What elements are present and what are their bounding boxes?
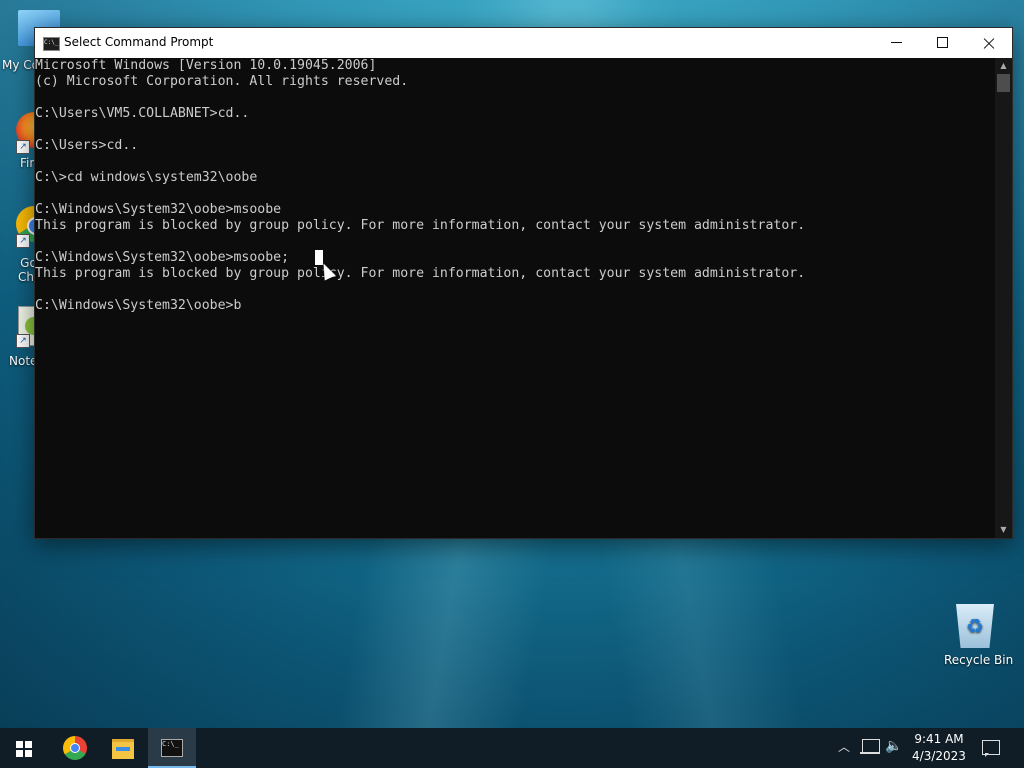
- console-line: C:\Windows\System32\oobe>msoobe;: [35, 250, 290, 265]
- text-cursor: [315, 250, 323, 265]
- shortcut-arrow-icon: ↗: [16, 334, 30, 348]
- window-titlebar[interactable]: C:\_ Select Command Prompt: [35, 28, 1012, 58]
- command-prompt-window[interactable]: C:\_ Select Command Prompt Microsoft Win…: [34, 27, 1013, 539]
- console-line: Microsoft Windows [Version 10.0.19045.20…: [35, 58, 377, 73]
- start-button[interactable]: [0, 728, 48, 768]
- command-prompt-icon: C:\_: [161, 739, 183, 757]
- shortcut-arrow-icon: ↗: [16, 140, 30, 154]
- desktop-icon-label: Fir: [20, 156, 35, 170]
- console-line: C:\Users\VM5.COLLABNET>cd..: [35, 106, 250, 121]
- window-title: Select Command Prompt: [64, 35, 214, 49]
- desktop-icon-label: Recycle Bin: [944, 653, 1014, 667]
- windows-logo-icon: [16, 741, 32, 757]
- clock-date: 4/3/2023: [912, 749, 966, 763]
- cmd-icon: C:\_: [43, 37, 60, 51]
- minimize-button[interactable]: [874, 28, 920, 58]
- clock-time: 9:41 AM: [914, 732, 964, 746]
- notifications-icon[interactable]: [982, 740, 1000, 757]
- console-output[interactable]: Microsoft Windows [Version 10.0.19045.20…: [35, 58, 995, 538]
- maximize-button[interactable]: [920, 28, 966, 58]
- file-explorer-icon: [112, 739, 134, 759]
- console-line: C:\>cd windows\system32\oobe: [35, 170, 258, 185]
- volume-icon[interactable]: 🔈: [885, 738, 902, 754]
- taskbar-clock[interactable]: 9:41 AM 4/3/2023: [906, 731, 972, 765]
- chrome-icon: [63, 736, 87, 760]
- console-line: (c) Microsoft Corporation. All rights re…: [35, 74, 409, 89]
- console-line: C:\Users>cd..: [35, 138, 139, 153]
- console-line: C:\Windows\System32\oobe>msoobe: [35, 202, 282, 217]
- scroll-down-arrow-icon[interactable]: ▼: [995, 522, 1012, 538]
- taskbar-file-explorer[interactable]: [99, 728, 147, 768]
- recycle-bin-icon: [956, 604, 994, 648]
- console-line: This program is blocked by group policy.…: [35, 266, 806, 281]
- console-line: This program is blocked by group policy.…: [35, 218, 806, 233]
- scroll-up-arrow-icon[interactable]: ▲: [995, 58, 1012, 74]
- network-icon[interactable]: [860, 739, 880, 754]
- shortcut-arrow-icon: ↗: [16, 234, 30, 248]
- close-button[interactable]: [966, 28, 1012, 58]
- show-hidden-icons-chevron-icon[interactable]: ︿: [838, 738, 850, 755]
- console-line: C:\Windows\System32\oobe>b: [35, 298, 242, 313]
- taskbar-command-prompt[interactable]: C:\_: [148, 728, 196, 768]
- taskbar-chrome[interactable]: [51, 728, 99, 768]
- scrollbar-thumb[interactable]: [997, 74, 1010, 92]
- vertical-scrollbar[interactable]: ▲ ▼: [995, 58, 1012, 538]
